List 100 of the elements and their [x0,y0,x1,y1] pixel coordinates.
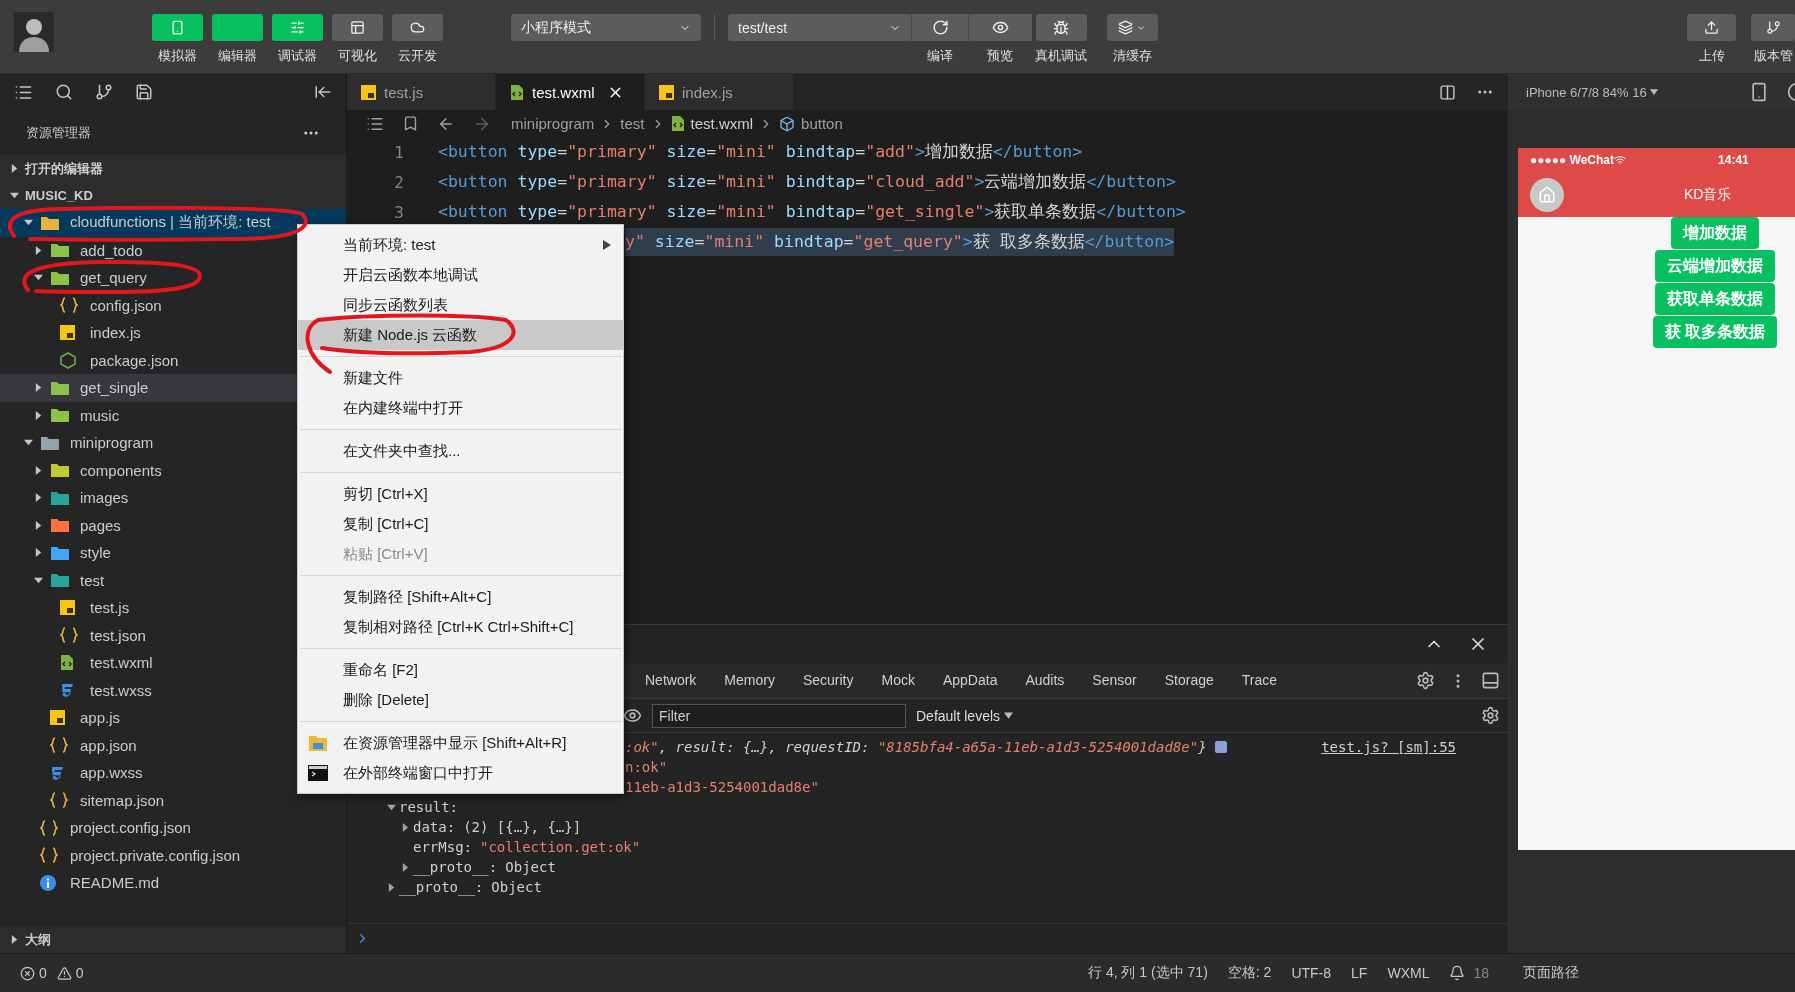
warning-icon[interactable] [56,965,72,981]
file-item[interactable]: sitemap.json [0,786,346,814]
toolbar-button[interactable] [911,14,968,41]
breadcrumb-item[interactable]: miniprogram [511,115,595,132]
toolbar-button[interactable] [1035,14,1087,41]
code-line: <button type="primary" size="mini" bindtap="get_single">获取单条数据</button> [438,201,1186,223]
caret-icon[interactable] [34,245,43,255]
avatar[interactable] [14,12,54,52]
toolbar-button[interactable] [1106,14,1158,41]
home-button[interactable] [1530,177,1564,212]
menu-item[interactable]: 新建 Node.js 云函数 [298,320,623,350]
editor-tab[interactable]: test.js [347,74,496,110]
menu-item[interactable]: 在资源管理器中显示 [Shift+Alt+R] [298,728,623,758]
menu-item[interactable]: 复制 [Ctrl+C] [298,509,623,539]
caret-icon[interactable] [34,465,43,475]
levels-dropdown[interactable]: Default levels [916,707,1014,724]
settings-icon[interactable] [1481,706,1500,725]
collapse-icon[interactable] [314,83,332,101]
status-item[interactable]: 空格: 2 [1227,964,1272,982]
caret-icon[interactable] [401,822,410,832]
section-header[interactable]: 打开的编辑器 [0,155,346,182]
caret-icon[interactable] [401,862,410,872]
save-icon[interactable] [135,83,153,101]
error-count[interactable]: 0 [39,965,47,981]
braces-icon [40,847,58,864]
menu-item[interactable]: 复制路径 [Shift+Alt+C] [298,582,623,612]
menu-item[interactable]: 重命名 [F2] [298,655,623,685]
breadcrumb-item[interactable]: test [620,115,645,132]
devtools-tab[interactable]: AppData [928,663,1012,698]
menu-item[interactable]: 同步云函数列表 [298,290,623,320]
menu-item[interactable]: 在外部终端窗口中打开 [298,758,623,788]
search-icon[interactable] [55,83,73,101]
status-item[interactable]: UTF-8 [1291,965,1332,981]
eye-icon [992,19,1009,36]
breadcrumb-item[interactable]: button [779,115,843,132]
caret-icon[interactable] [34,383,43,393]
bell-icon[interactable] [1449,965,1466,981]
file-item[interactable]: README.md [0,869,346,897]
menu-item[interactable]: 删除 [Delete] [298,685,623,715]
filter-field[interactable]: Filter [652,703,906,728]
caret-icon[interactable] [10,164,19,173]
devtools-tab[interactable]: Network [631,663,711,698]
toolbar-button[interactable] [1751,14,1795,41]
caret-icon[interactable] [34,575,43,585]
caret-icon[interactable] [34,273,43,283]
error-icon[interactable] [20,965,35,981]
editor-tab[interactable]: index.js [645,74,794,110]
toolbar-label: 编辑器 [218,47,257,65]
breadcrumb-item[interactable]: test.wxml [670,115,754,132]
toolbar-button[interactable] [968,14,1032,41]
page-path-label[interactable]: 页面路径 [1523,964,1579,982]
toolbar-button[interactable] [332,14,383,41]
menu-item[interactable]: 复制相对路径 [Ctrl+K Ctrl+Shift+C] [298,612,623,642]
eye-icon[interactable] [623,706,642,725]
devtools-tab[interactable]: Mock [867,663,929,698]
braces-icon [50,792,68,809]
settings-icon[interactable] [1416,671,1435,690]
file-item[interactable]: project.config.json [0,814,346,842]
devtools-tab[interactable]: Trace [1227,663,1292,698]
section-header[interactable]: MUSIC_KD [0,182,346,209]
menu-item[interactable]: 开启云函数本地调试 [298,260,623,290]
branch-icon[interactable] [95,83,113,101]
section-header[interactable]: 大纲 [0,926,346,953]
compile-select[interactable]: test/test [728,14,911,41]
file-icon [510,83,524,101]
toolbar-button[interactable] [1687,14,1736,41]
warning-count[interactable]: 0 [75,965,84,981]
source-link[interactable]: test.js? [sm]:55 [1321,739,1456,755]
caret-icon[interactable] [10,191,19,200]
toolbar-button[interactable] [392,14,443,41]
device-select[interactable]: iPhone 6/7/8 84% 16 [1526,84,1658,100]
cube-icon [779,115,796,132]
devtools-tab[interactable]: Audits [1011,663,1079,698]
split-icon[interactable] [1439,83,1456,101]
status-item[interactable]: 行 4, 列 1 (选中 71) [1088,964,1208,982]
status-item[interactable]: WXML [1387,965,1430,981]
caret-icon[interactable] [24,438,33,448]
dock-icon[interactable] [1481,671,1500,690]
caret-icon[interactable] [10,935,19,944]
caret-icon[interactable] [34,548,43,558]
devtools-tab[interactable]: Sensor [1078,663,1151,698]
status-item[interactable]: LF [1351,965,1368,981]
caret-icon[interactable] [34,520,43,530]
devtools-tab[interactable]: Security [788,663,868,698]
editor-tab[interactable]: test.wxml [496,74,645,110]
log-property: data: (2) [{…}, {…}] [413,819,582,835]
devtools-tab[interactable]: Memory [710,663,789,698]
caret-icon[interactable] [387,802,396,812]
braces-icon [40,819,58,836]
phone-icon[interactable] [1749,82,1769,102]
mode-select[interactable]: 小程序模式 [511,14,701,41]
bookmark-icon[interactable] [402,115,419,132]
upload-icon [1704,20,1719,35]
caret-icon[interactable] [34,493,43,503]
file-item[interactable]: project.private.config.json [0,841,346,869]
js-file-icon [60,325,75,341]
caret-icon[interactable] [387,882,396,892]
devtools-tab[interactable]: Storage [1150,663,1228,698]
caret-icon[interactable] [24,218,33,228]
caret-icon[interactable] [34,410,43,420]
